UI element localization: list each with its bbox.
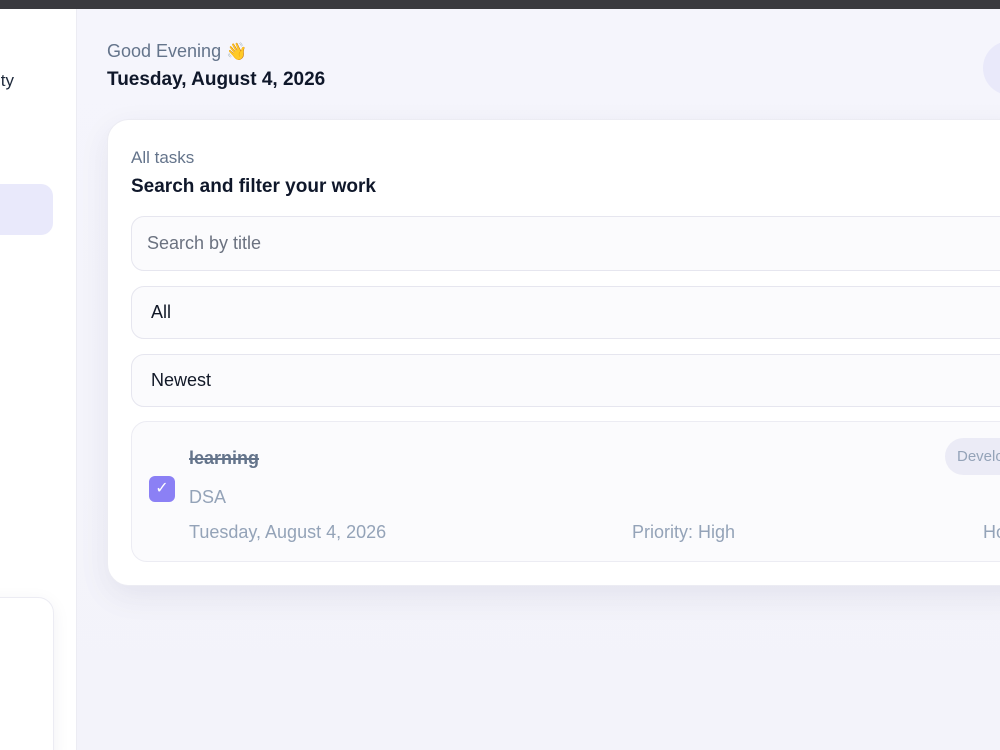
current-date: Tuesday, August 4, 2026 — [107, 69, 326, 90]
sidebar: ty — [0, 9, 77, 750]
panel-title: Search and filter your work — [131, 176, 376, 197]
sidebar-active-item[interactable] — [0, 184, 53, 235]
task-card[interactable]: ✓ learning DSA Tuesday, August 4, 2026 P… — [131, 421, 1000, 562]
greeting-text: Good Evening — [107, 41, 222, 61]
task-trailing-text: Ho — [983, 522, 1000, 542]
main-content: Good Evening 👋 Tuesday, August 4, 2026 Al… — [77, 9, 1000, 750]
waving-hand-icon: 👋 — [226, 42, 248, 61]
status-filter-value: All — [151, 302, 172, 322]
task-checkbox[interactable]: ✓ — [149, 476, 175, 502]
panel-eyebrow: All tasks — [131, 148, 195, 167]
status-filter-select[interactable]: All — [131, 286, 1000, 339]
task-description: DSA — [189, 487, 227, 507]
avatar[interactable] — [983, 41, 1000, 95]
sort-select[interactable]: Newest — [131, 354, 1000, 407]
sidebar-card — [0, 597, 54, 750]
task-title: learning — [189, 448, 260, 468]
sort-value: Newest — [151, 370, 212, 390]
sidebar-brand-text: ty — [0, 71, 14, 90]
task-date: Tuesday, August 4, 2026 — [189, 522, 387, 542]
greeting: Good Evening 👋 — [107, 41, 247, 62]
window-top-bar — [0, 0, 1000, 9]
search-input[interactable] — [131, 216, 1000, 271]
category-badge: Develo — [945, 438, 1000, 475]
task-panel: All tasks Search and filter your work Al… — [107, 119, 1000, 586]
check-icon: ✓ — [155, 480, 169, 497]
task-priority: Priority: High — [632, 522, 736, 542]
